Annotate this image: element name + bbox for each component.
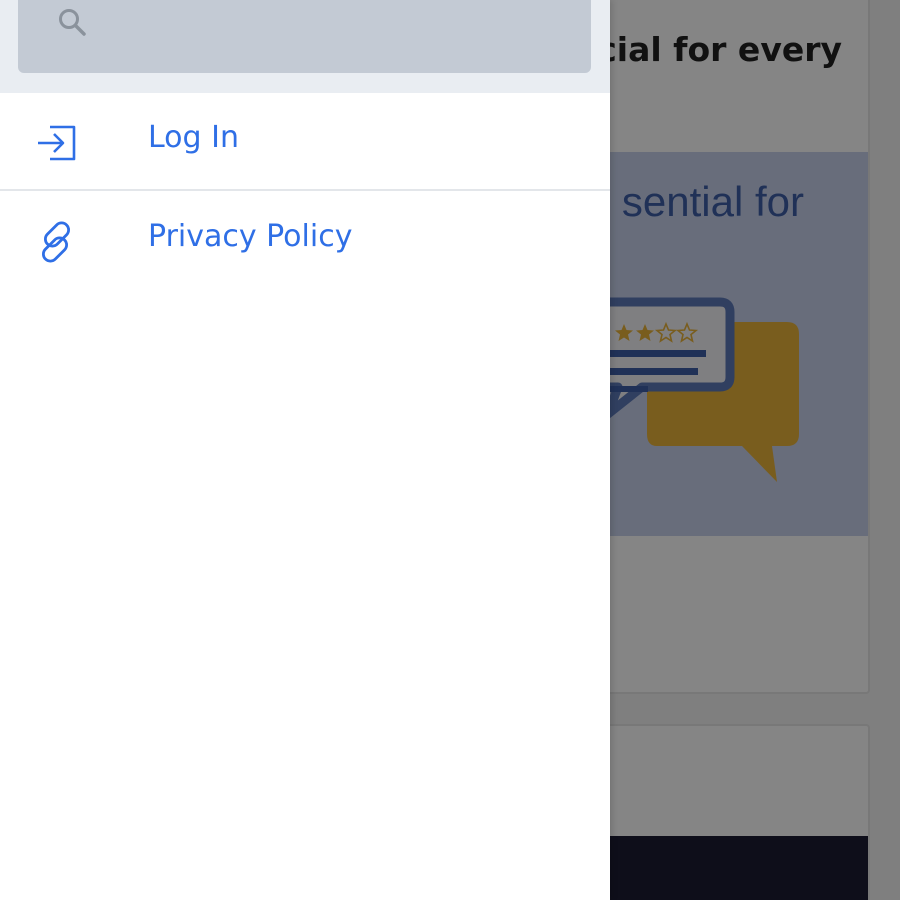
menu-item-label: Privacy Policy [148,219,353,254]
screen: cial for every sential for Log In Privac… [0,0,900,900]
search-box[interactable] [18,0,591,73]
login-icon [38,125,76,161]
search-icon [59,9,86,36]
menu-item-label: Log In [148,120,239,155]
navigation-drawer: Log In Privacy Policy [0,0,610,900]
menu-item-privacy-policy[interactable]: Privacy Policy [0,192,610,288]
link-icon [42,221,70,263]
search-input[interactable] [104,0,588,52]
search-area [0,0,610,93]
menu-item-log-in[interactable]: Log In [0,93,610,191]
